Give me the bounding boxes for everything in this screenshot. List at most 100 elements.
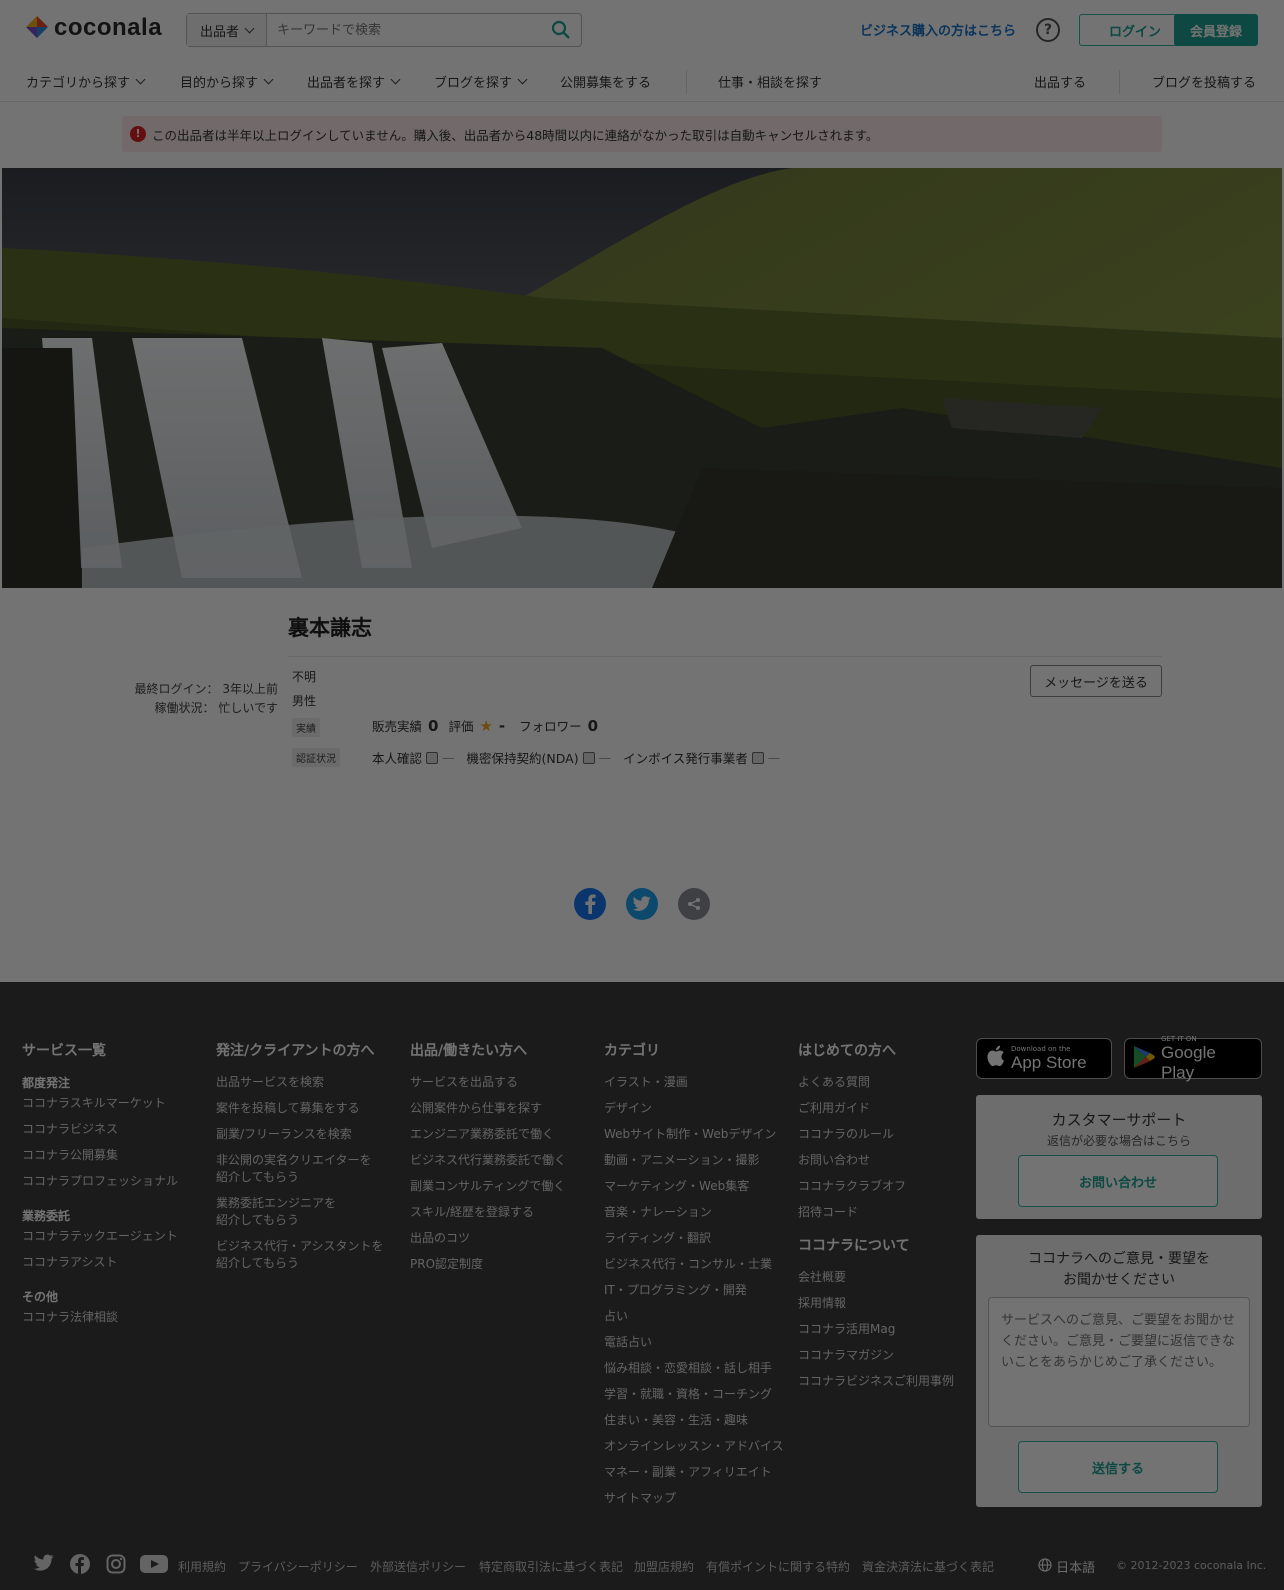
footer-link[interactable]: PRO認定制度 <box>410 1256 566 1273</box>
footer-bottom-link[interactable]: 有償ポイントに関する特約 <box>706 1558 850 1575</box>
footer-link[interactable]: デザイン <box>604 1100 784 1117</box>
footer-link[interactable]: 出品サービスを検索 <box>216 1074 384 1091</box>
footer-link[interactable]: イラスト・漫画 <box>604 1074 784 1091</box>
seller-age: 不明 <box>292 670 317 684</box>
youtube-icon[interactable] <box>140 1554 168 1576</box>
footer-link[interactable]: ココナラのルール <box>798 1126 954 1143</box>
nav-public-recruit[interactable]: 公開募集をする <box>560 72 651 91</box>
footer-link[interactable]: お問い合わせ <box>798 1152 954 1169</box>
business-purchase-link[interactable]: ビジネス購入の方はこちら <box>860 20 1016 39</box>
footer-link[interactable]: マーケティング・Web集客 <box>604 1178 784 1195</box>
footer-link[interactable]: 会社概要 <box>798 1269 954 1286</box>
footer-link[interactable]: 動画・アニメーション・撮影 <box>604 1152 784 1169</box>
nav-purpose[interactable]: 目的から探す <box>180 72 274 91</box>
nav-post-blog[interactable]: ブログを投稿する <box>1152 72 1256 91</box>
footer-bottom-link[interactable]: 利用規約 <box>178 1558 226 1575</box>
twitter-share-icon[interactable] <box>626 888 658 920</box>
footer-link[interactable]: 公開案件から仕事を探す <box>410 1100 566 1117</box>
support-title: カスタマーサポート <box>1051 1111 1187 1129</box>
search-input[interactable] <box>267 14 541 46</box>
footer-link[interactable]: ビジネス代行・アシスタントを 紹介してもらう <box>216 1238 384 1272</box>
exclamation-icon: ! <box>130 126 146 142</box>
footer-col-title: サービス一覧 <box>22 1043 106 1059</box>
footer-link[interactable]: Webサイト制作・Webデザイン <box>604 1126 784 1143</box>
footer-link[interactable]: オンラインレッスン・アドバイス <box>604 1438 784 1455</box>
nav-blogs[interactable]: ブログを探す <box>434 72 528 91</box>
identity-icon <box>426 751 439 764</box>
footer-link[interactable]: 占い <box>604 1308 784 1325</box>
google-play-badge[interactable]: GET IT ON Google Play <box>1124 1035 1262 1082</box>
footer-link[interactable]: 電話占い <box>604 1334 784 1351</box>
send-message-button[interactable]: メッセージを送る <box>1030 665 1162 697</box>
footer-link[interactable]: ココナラスキルマーケット <box>22 1095 178 1112</box>
footer-link[interactable]: 副業コンサルティングで働く <box>410 1178 566 1195</box>
footer-link[interactable]: よくある質問 <box>798 1074 954 1091</box>
coconala-logo[interactable]: coconala <box>24 14 162 42</box>
language-label: 日本語 <box>1056 1561 1096 1576</box>
footer-link[interactable]: 住まい・美容・生活・趣味 <box>604 1412 784 1429</box>
footer-link[interactable]: スキル/経歴を登録する <box>410 1204 566 1221</box>
footer-bottom-bar: 利用規約 プライバシーポリシー 外部送信ポリシー 特定商取引法に基づく表記 加盟… <box>0 1554 1284 1590</box>
facebook-share-icon[interactable] <box>574 888 606 920</box>
facebook-icon[interactable] <box>70 1554 92 1576</box>
footer-link[interactable]: ココナラクラブオフ <box>798 1178 954 1195</box>
footer-link[interactable]: ココナラビジネス <box>22 1121 178 1138</box>
twitter-icon[interactable] <box>34 1554 56 1576</box>
footer-bottom-link[interactable]: 加盟店規約 <box>634 1558 694 1575</box>
signup-button[interactable]: 会員登録 <box>1174 14 1258 46</box>
footer-link[interactable]: 悩み相談・恋愛相談・話し相手 <box>604 1360 784 1377</box>
verification-status: 本人確認 — 機密保持契約(NDA) — インボイス発行事業者 — <box>372 748 780 767</box>
footer-link[interactable]: ココナラプロフェッショナル <box>22 1173 178 1190</box>
footer-link[interactable]: ライティング・翻訳 <box>604 1230 784 1247</box>
footer-link[interactable]: 非公開の実名クリエイターを 紹介してもらう <box>216 1152 384 1186</box>
footer-col-services: サービス一覧 都度発注 ココナラスキルマーケット ココナラビジネス ココナラ公開… <box>22 1040 178 1335</box>
footer-link[interactable]: ココナラビジネスご利用事例 <box>798 1373 954 1390</box>
footer-link[interactable]: 招待コード <box>798 1204 954 1221</box>
footer-link[interactable]: ココナラ公開募集 <box>22 1147 178 1164</box>
footer-bottom-link[interactable]: 資金決済法に基づく表記 <box>862 1558 994 1575</box>
footer-link[interactable]: IT・プログラミング・開発 <box>604 1282 784 1299</box>
footer-link[interactable]: ココナラ法律相談 <box>22 1309 178 1326</box>
share-icon[interactable] <box>678 888 710 920</box>
footer-link[interactable]: 音楽・ナレーション <box>604 1204 784 1221</box>
language-selector[interactable]: 日本語 <box>1038 1557 1095 1576</box>
nav-sell[interactable]: 出品する <box>1034 72 1086 91</box>
footer-link[interactable]: エンジニア業務委託で働く <box>410 1126 566 1143</box>
chevron-down-icon <box>390 74 401 85</box>
footer-link[interactable]: 出品のコツ <box>410 1230 566 1247</box>
nav-find-jobs[interactable]: 仕事・相談を探す <box>718 72 822 91</box>
footer-col-clients: 発注/クライアントの方へ 出品サービスを検索 案件を投稿して募集をする 副業/フ… <box>216 1040 384 1281</box>
contact-button[interactable]: お問い合わせ <box>1018 1155 1218 1207</box>
footer-bottom-link[interactable]: 外部送信ポリシー <box>370 1558 466 1575</box>
footer-link[interactable]: 案件を投稿して募集をする <box>216 1100 384 1117</box>
search-scope-select[interactable]: 出品者 <box>187 14 267 46</box>
invoice-status: — <box>767 750 781 765</box>
nda-icon <box>582 751 595 764</box>
instagram-icon[interactable] <box>106 1554 128 1576</box>
footer-link[interactable]: ココナラマガジン <box>798 1347 954 1364</box>
feedback-submit-button[interactable]: 送信する <box>1018 1441 1218 1493</box>
footer-link[interactable]: ココナラ活用Mag <box>798 1321 954 1338</box>
footer-link[interactable]: ココナラテックエージェント <box>22 1228 178 1245</box>
nav-category[interactable]: カテゴリから探す <box>26 72 146 91</box>
footer-link[interactable]: 学習・就職・資格・コーチング <box>604 1386 784 1403</box>
nav-sellers[interactable]: 出品者を探す <box>307 72 401 91</box>
footer-link[interactable]: サービスを出品する <box>410 1074 566 1091</box>
footer-link[interactable]: 業務委託エンジニアを 紹介してもらう <box>216 1195 384 1229</box>
footer-link[interactable]: ご利用ガイド <box>798 1100 954 1117</box>
footer-bottom-link[interactable]: プライバシーポリシー <box>238 1558 358 1575</box>
feedback-textarea[interactable] <box>988 1297 1250 1427</box>
nav-divider <box>1119 70 1120 94</box>
footer-link[interactable]: ビジネス代行業務委託で働く <box>410 1152 566 1169</box>
search-button[interactable] <box>541 14 581 46</box>
footer-link[interactable]: マネー・副業・アフィリエイト <box>604 1464 784 1481</box>
footer-link[interactable]: 副業/フリーランスを検索 <box>216 1126 384 1143</box>
footer-link[interactable]: ビジネス代行・コンサル・士業 <box>604 1256 784 1273</box>
record-tag: 実績 <box>292 718 320 737</box>
footer-link[interactable]: サイトマップ <box>604 1490 784 1507</box>
footer-link[interactable]: ココナラアシスト <box>22 1254 178 1271</box>
footer-link[interactable]: 採用情報 <box>798 1295 954 1312</box>
app-store-badge[interactable]: Download on the App Store <box>976 1038 1112 1079</box>
help-icon[interactable]: ? <box>1036 18 1060 42</box>
footer-bottom-link[interactable]: 特定商取引法に基づく表記 <box>479 1558 623 1575</box>
